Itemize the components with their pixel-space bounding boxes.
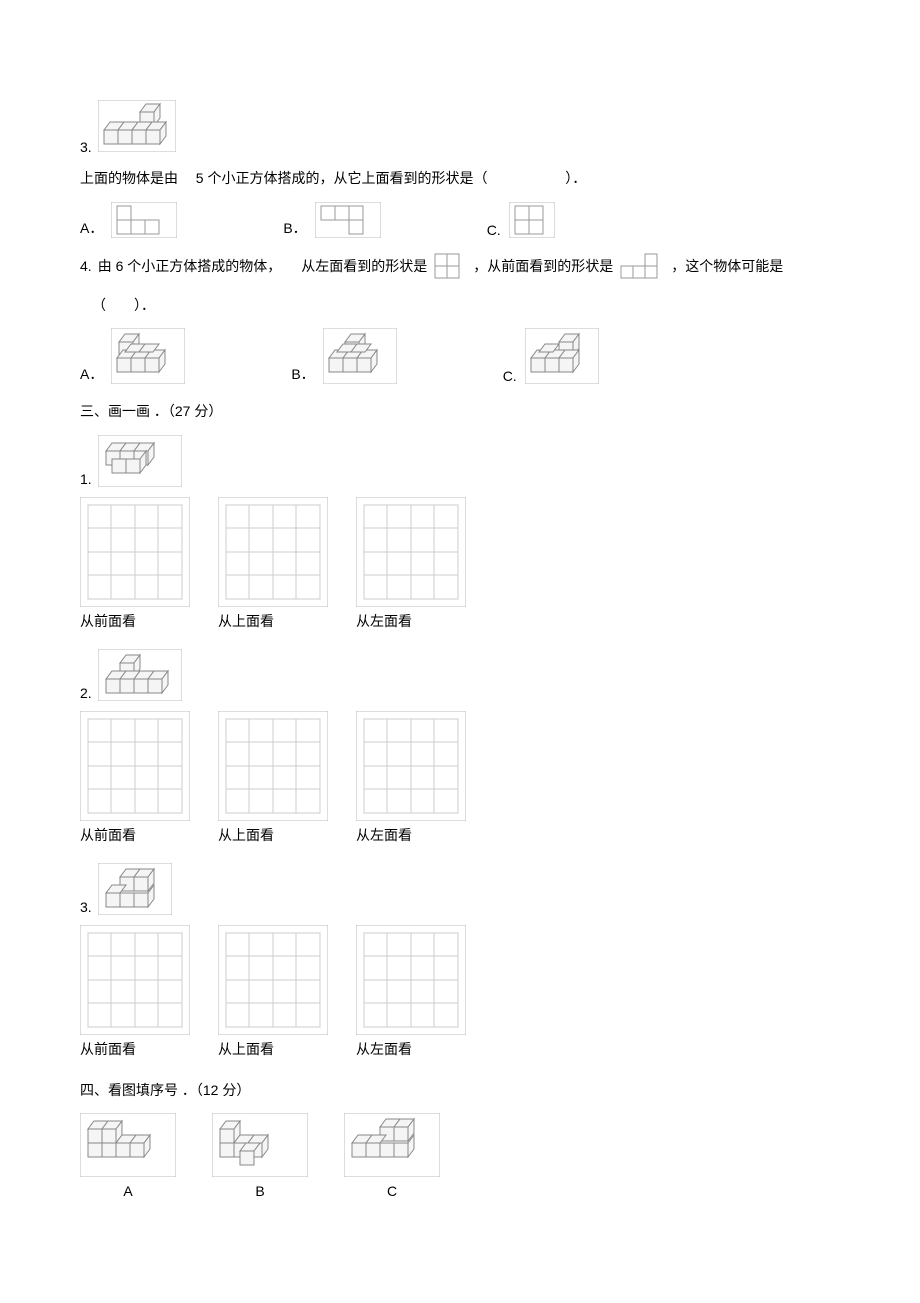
sec4-figures: A B C <box>80 1113 840 1199</box>
label-front-1: 从前面看 <box>80 611 190 631</box>
sec3-item1-num: 1. <box>80 471 92 487</box>
label-top-2: 从上面看 <box>218 825 328 845</box>
q3-option-B[interactable]: B． <box>283 202 380 238</box>
q3-cube-figure <box>98 100 176 155</box>
sec3-item3-num: 3. <box>80 899 92 915</box>
q3-A-label: A． <box>80 218 103 238</box>
sec3-item2-num: 2. <box>80 685 92 701</box>
sec4-C-label: C <box>387 1183 397 1199</box>
grid-top-1[interactable] <box>218 497 328 607</box>
grid-left-2[interactable] <box>356 711 466 821</box>
grid-left-3[interactable] <box>356 925 466 1035</box>
sec3-item3-row: 3. <box>80 863 840 915</box>
sec3-item1-labels: 从前面看 从上面看 从左面看 <box>80 611 840 631</box>
q4-option-A[interactable]: A． <box>80 328 185 384</box>
q4-options: A． B． C. <box>80 328 840 384</box>
sec3-item2-grids <box>80 711 840 821</box>
q4-paren: （ ）． <box>92 292 840 319</box>
grid-front-2[interactable] <box>80 711 190 821</box>
q4-front-shape <box>617 252 667 282</box>
q3-stem-c: ）． <box>565 170 586 186</box>
q4-option-C[interactable]: C. <box>503 328 599 384</box>
q4-stem-d: ，这个物体可能是 <box>671 253 783 280</box>
q4-A-label: A． <box>80 364 103 384</box>
grid-top-2[interactable] <box>218 711 328 821</box>
q3-stem: 上面的物体是由 5 个小正方体搭成的，从它上面看到的形状是（ ）． <box>80 165 840 192</box>
q4-option-B[interactable]: B． <box>291 328 396 384</box>
q3-stem-a: 上面的物体是由 <box>80 170 178 186</box>
sec3-item3-labels: 从前面看 从上面看 从左面看 <box>80 1039 840 1059</box>
sec3-item2-row: 2. <box>80 649 840 701</box>
q3-C-label: C. <box>487 222 501 238</box>
sec3-item2-figure <box>98 649 182 701</box>
sec4-C: C <box>344 1113 440 1199</box>
label-front-3: 从前面看 <box>80 1039 190 1059</box>
sec3-item3-figure <box>98 863 172 915</box>
label-top-3: 从上面看 <box>218 1039 328 1059</box>
q4-stem-b: 从左面看到的形状是 <box>301 253 427 280</box>
q4-stem: 4. 由 6 个小正方体搭成的物体， 从左面看到的形状是 ，从前面看到的形状是 … <box>80 252 840 282</box>
q4-C-label: C. <box>503 368 517 384</box>
q4-stem-a: 由 6 个小正方体搭成的物体， <box>98 253 282 280</box>
label-front-2: 从前面看 <box>80 825 190 845</box>
q4-left-shape <box>431 252 469 282</box>
label-left-2: 从左面看 <box>356 825 466 845</box>
q3-options: A． B． C. <box>80 202 840 238</box>
label-left-1: 从左面看 <box>356 611 466 631</box>
sec3-item3-grids <box>80 925 840 1035</box>
q3-stem-b: 5 个小正方体搭成的，从它上面看到的形状是（ <box>196 170 488 186</box>
sec3-item2-labels: 从前面看 从上面看 从左面看 <box>80 825 840 845</box>
q4-number: 4. <box>80 253 92 280</box>
sec3-item1-grids <box>80 497 840 607</box>
sec3-item1-row: 1. <box>80 435 840 487</box>
q3-number: 3. <box>80 139 92 155</box>
section4-title: 四、看图填序号 ．（12 分） <box>80 1077 840 1104</box>
q4-stem-c: ，从前面看到的形状是 <box>473 253 613 280</box>
grid-front-1[interactable] <box>80 497 190 607</box>
label-top-1: 从上面看 <box>218 611 328 631</box>
q3-option-A[interactable]: A． <box>80 202 177 238</box>
sec3-item1-figure <box>98 435 182 487</box>
q4-B-label: B． <box>291 364 314 384</box>
q3-figure-row: 3. <box>80 100 840 155</box>
sec4-B: B <box>212 1113 308 1199</box>
grid-top-3[interactable] <box>218 925 328 1035</box>
sec4-B-label: B <box>255 1183 264 1199</box>
section3-title: 三、画一画 ．（27 分） <box>80 398 840 425</box>
grid-front-3[interactable] <box>80 925 190 1035</box>
q3-B-label: B． <box>283 218 306 238</box>
sec4-A: A <box>80 1113 176 1199</box>
sec4-A-label: A <box>123 1183 132 1199</box>
grid-left-1[interactable] <box>356 497 466 607</box>
label-left-3: 从左面看 <box>356 1039 466 1059</box>
q3-option-C[interactable]: C. <box>487 202 555 238</box>
